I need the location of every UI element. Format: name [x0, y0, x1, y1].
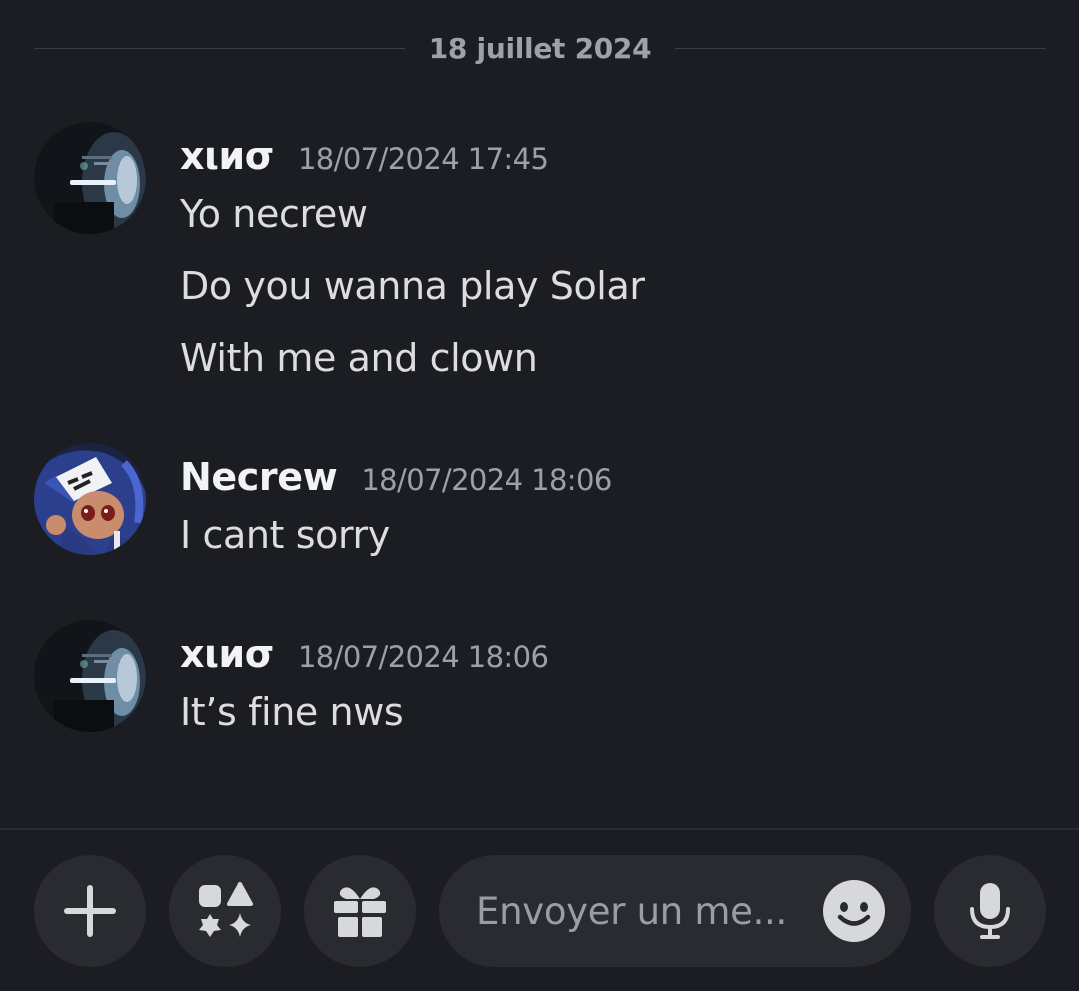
avatar[interactable] [34, 443, 146, 555]
avatar-image [34, 443, 146, 555]
date-divider: 18 juillet 2024 [34, 28, 1046, 68]
username[interactable]: xιиσ [180, 632, 274, 676]
plus-icon [64, 885, 116, 937]
message-header: xιиσ 18/07/2024 17:45 [180, 134, 549, 178]
divider-line-right [675, 47, 1046, 49]
message-text: Yo necrew [180, 192, 368, 236]
avatar-image [34, 122, 146, 234]
smiley-icon[interactable] [823, 880, 885, 942]
message-text: With me and clown [180, 336, 538, 380]
username[interactable]: xιиσ [180, 134, 274, 178]
message-group: xιиσ 18/07/2024 18:06 It’s fine nws [34, 620, 1044, 740]
message-group: xιиσ 18/07/2024 17:45 Yo necrew Do you w… [34, 122, 1044, 392]
add-attachment-button[interactable] [34, 855, 146, 967]
message-input-placeholder: Envoyer un me... [476, 889, 787, 933]
gift-button[interactable] [304, 855, 416, 967]
microphone-icon [970, 883, 1010, 939]
message-text: Do you wanna play Solar [180, 264, 645, 308]
message-text: I cant sorry [180, 513, 390, 557]
avatar[interactable] [34, 122, 146, 234]
message-group: Necrew 18/07/2024 18:06 I cant sorry [34, 443, 1044, 563]
message-header: Necrew 18/07/2024 18:06 [180, 455, 612, 499]
timestamp: 18/07/2024 18:06 [361, 463, 612, 497]
username[interactable]: Necrew [180, 455, 338, 499]
date-divider-label: 18 juillet 2024 [428, 31, 652, 65]
timestamp: 18/07/2024 18:06 [297, 640, 549, 674]
message-input[interactable]: Envoyer un me... [439, 855, 911, 967]
timestamp: 18/07/2024 17:45 [297, 142, 549, 176]
gift-icon [334, 887, 386, 937]
divider-line-left [34, 47, 405, 49]
avatar[interactable] [34, 620, 146, 732]
message-text: It’s fine nws [180, 690, 404, 734]
voice-message-button[interactable] [934, 855, 1046, 967]
message-header: xιиσ 18/07/2024 18:06 [180, 632, 549, 676]
avatar-image [34, 620, 146, 732]
chat-screen: 18 juillet 2024 xιиσ 18/07/2024 17:45 Yo… [0, 0, 1079, 991]
apps-icon [199, 882, 253, 937]
composer-separator [0, 828, 1079, 830]
apps-button[interactable] [169, 855, 281, 967]
